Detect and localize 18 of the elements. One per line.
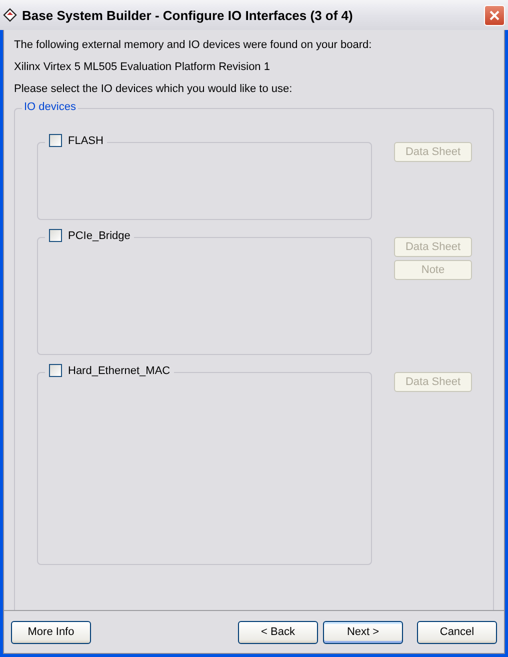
window-title: Base System Builder - Configure IO Interfaces (3 of 4) bbox=[22, 8, 354, 22]
device-name: Hard_Ethernet_MAC bbox=[68, 364, 170, 376]
checkbox[interactable] bbox=[49, 229, 62, 242]
checkbox[interactable] bbox=[49, 364, 62, 377]
instruction-text: The following external memory and IO devices were found on your board: bbox=[14, 39, 373, 51]
app-icon bbox=[3, 8, 17, 22]
more-info-button[interactable]: More Info bbox=[11, 620, 91, 644]
checkbox[interactable] bbox=[49, 134, 62, 147]
group-title: IO devices bbox=[22, 101, 78, 113]
nav-button[interactable]: Next > bbox=[323, 620, 403, 644]
device-name: FLASH bbox=[68, 134, 104, 146]
device-name: PCIe_Bridge bbox=[68, 230, 130, 242]
close-button[interactable] bbox=[484, 4, 505, 26]
close-icon bbox=[489, 10, 500, 20]
instruction-text: Please select the IO devices which you would like to use: bbox=[14, 83, 294, 95]
cancel-button[interactable]: Cancel bbox=[417, 620, 497, 644]
nav-button[interactable]: < Back bbox=[238, 620, 318, 644]
instruction-text: Xilinx Virtex 5 ML505 Evaluation Platform Revision 1 bbox=[14, 61, 271, 73]
